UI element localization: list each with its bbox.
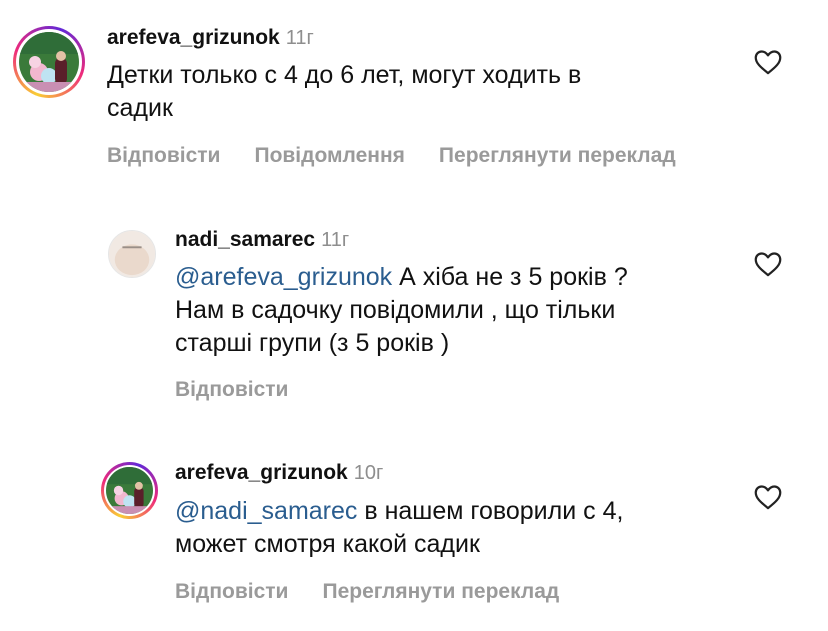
mention-link[interactable]: @arefeva_grizunok xyxy=(175,263,392,291)
avatar-photo-icon xyxy=(109,231,155,277)
reply-button[interactable]: Відповісти xyxy=(107,144,220,168)
avatar-photo-icon xyxy=(106,467,153,514)
comment-text: Детки только с 4 до 6 лет, могут ходить … xyxy=(107,61,582,122)
avatar[interactable] xyxy=(108,230,156,278)
avatar-photo-icon xyxy=(19,32,79,92)
heart-outline-icon[interactable] xyxy=(754,484,782,510)
comment-actions: Відповісти Повідомлення Переглянути пере… xyxy=(107,144,710,168)
avatar[interactable] xyxy=(13,26,85,98)
avatar[interactable] xyxy=(101,462,158,519)
timestamp: 11г xyxy=(321,229,350,251)
comment-actions: Відповісти Переглянути переклад xyxy=(175,580,593,604)
reply-button[interactable]: Відповісти xyxy=(175,378,288,402)
timestamp: 11г xyxy=(285,27,314,49)
message-button[interactable]: Повідомлення xyxy=(254,144,404,168)
reply-button[interactable]: Відповісти xyxy=(175,580,288,604)
mention-link[interactable]: @nadi_samarec xyxy=(175,497,357,525)
see-translation-button[interactable]: Переглянути переклад xyxy=(439,144,676,168)
username[interactable]: nadi_samarec 11г xyxy=(175,228,349,252)
comment-text: @arefeva_grizunok А хіба не з 5 років ? … xyxy=(175,263,628,357)
timestamp: 10г xyxy=(353,462,384,484)
username[interactable]: arefeva_grizunok 10г xyxy=(175,461,383,485)
see-translation-button[interactable]: Переглянути переклад xyxy=(322,580,559,604)
comment-text: @nadi_samarec в нашем говорили с 4, може… xyxy=(175,497,624,558)
username[interactable]: arefeva_grizunok 11г xyxy=(107,26,314,50)
comment-actions: Відповісти xyxy=(175,378,322,402)
heart-outline-icon[interactable] xyxy=(754,251,782,277)
heart-outline-icon[interactable] xyxy=(754,49,782,75)
